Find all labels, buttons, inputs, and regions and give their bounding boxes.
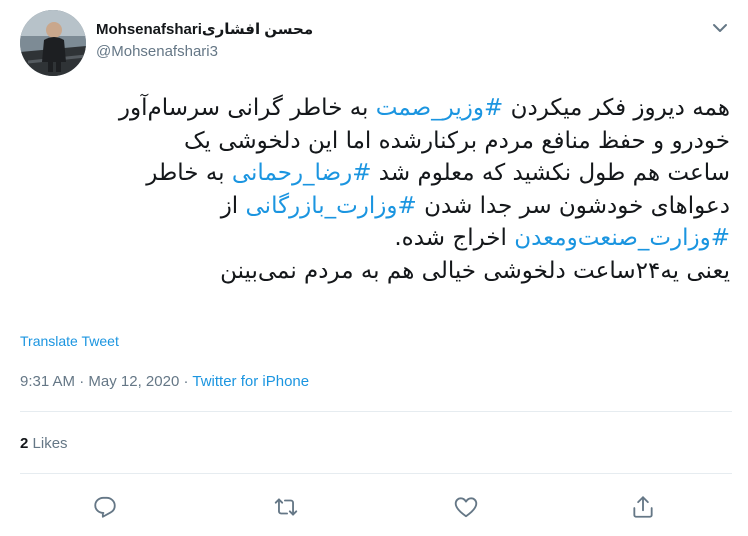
hashtag-link[interactable]: #وزیر_صمت <box>376 95 504 121</box>
share-icon[interactable] <box>630 494 656 520</box>
hashtag-link[interactable]: #وزارت_صنعت‌ومعدن <box>514 225 730 251</box>
tweet-text-segment: خودرو و حفظ منافع مردم برکنارشده اما این… <box>183 127 730 154</box>
tweet-text-segment: همه دیروز فکر میکردن <box>503 95 730 121</box>
likes-label: Likes <box>32 435 68 452</box>
meta-separator: · <box>79 373 85 390</box>
tweet-text-segment: از <box>220 192 246 219</box>
tweet-meta: 9:31 AM · May 12, 2020 · Twitter for iPh… <box>20 372 309 392</box>
tweet-text-segment: دعواهای خودشون سر جدا شدن <box>416 192 730 219</box>
retweet-icon[interactable] <box>273 494 299 520</box>
tweet-header: Mohsenafshariمحسن افشاری @Mohsenafshari3 <box>20 10 732 76</box>
display-name[interactable]: Mohsenafshariمحسن افشاری <box>96 20 313 40</box>
tweet-line: #وزارت_صنعت‌ومعدن اخراج شده. <box>18 222 730 255</box>
tweet-time[interactable]: 9:31 AM <box>20 373 75 390</box>
likes-stat[interactable]: 2 Likes <box>20 434 68 454</box>
likes-count: 2 <box>20 435 29 452</box>
tweet-text-segment: ساعت هم طول نکشید که معلوم شد <box>371 160 730 186</box>
reply-icon[interactable] <box>92 494 118 520</box>
tweet-text-segment: به خاطر گرانی سرسام‌آور <box>118 95 376 121</box>
tweet-line: همه دیروز فکر میکردن #وزیر_صمت به خاطر گ… <box>18 92 730 125</box>
tweet-text-segment: اخراج شده. <box>394 225 515 251</box>
hashtag-link[interactable]: #وزارت_بازرگانی <box>246 193 417 219</box>
hashtag-link[interactable]: #رضا_رحمانی <box>232 160 372 186</box>
tweet-text: همه دیروز فکر میکردن #وزیر_صمت به خاطر گ… <box>18 92 730 287</box>
chevron-down-icon[interactable] <box>708 16 732 40</box>
divider <box>20 473 732 474</box>
avatar[interactable] <box>20 10 86 76</box>
user-names: Mohsenafshariمحسن افشاری @Mohsenafshari3 <box>96 20 313 62</box>
user-handle[interactable]: @Mohsenafshari3 <box>96 42 313 62</box>
tweet-line: یعنی یه۲۴ساعت دلخوشی خیالی هم به مردم نم… <box>18 255 730 288</box>
tweet-text-segment: یعنی یه۲۴ساعت دلخوشی خیالی هم به مردم نم… <box>220 257 730 284</box>
tweet-text-segment: به خاطر <box>146 160 232 186</box>
meta-separator: · <box>183 373 189 390</box>
action-bar <box>0 494 748 520</box>
tweet-line: ساعت هم طول نکشید که معلوم شد #رضا_رحمان… <box>18 157 730 190</box>
tweet-date[interactable]: May 12, 2020 <box>88 373 179 390</box>
translate-tweet-link[interactable]: Translate Tweet <box>20 332 119 350</box>
divider <box>20 411 732 412</box>
tweet-line: خودرو و حفظ منافع مردم برکنارشده اما این… <box>18 125 730 158</box>
heart-icon[interactable] <box>453 494 479 520</box>
tweet-source-link[interactable]: Twitter for iPhone <box>192 373 309 390</box>
tweet-line: دعواهای خودشون سر جدا شدن #وزارت_بازرگان… <box>18 190 730 223</box>
